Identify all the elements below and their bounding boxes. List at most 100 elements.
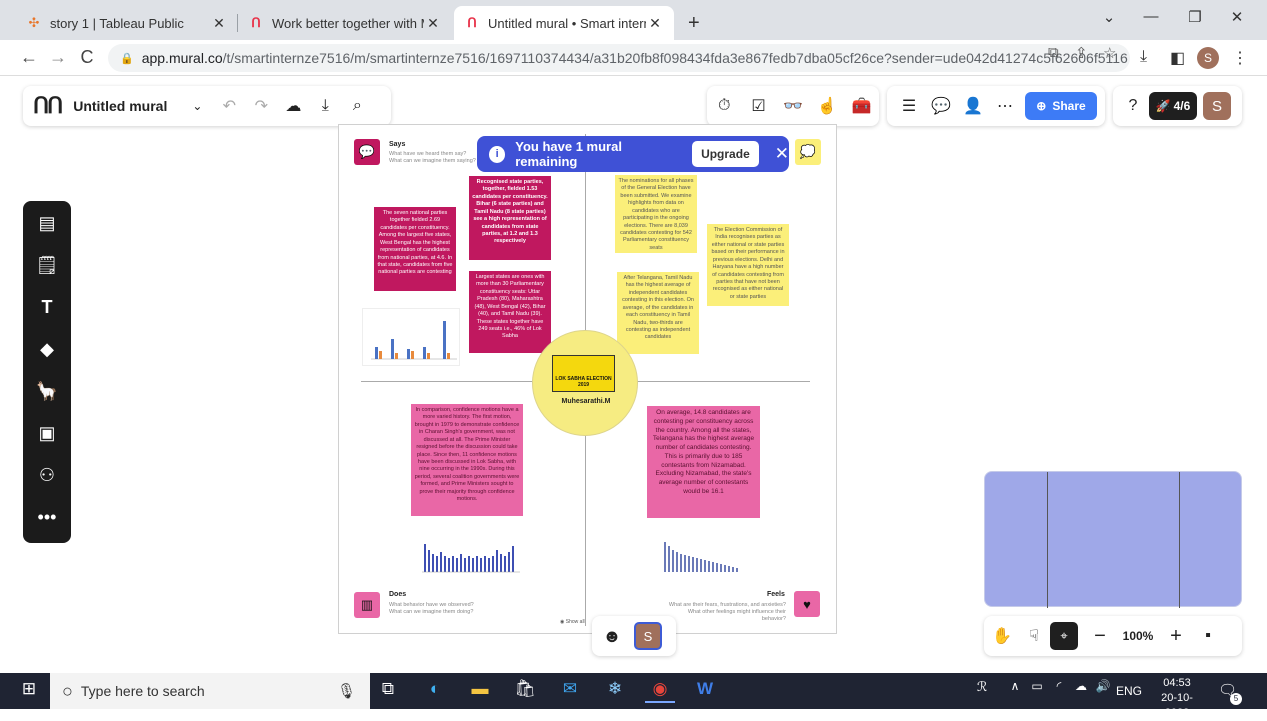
facilitator-avatar[interactable]: S	[634, 622, 662, 650]
mural-title[interactable]: Untitled mural	[73, 98, 167, 114]
more-options-icon[interactable]: ⋯	[989, 96, 1021, 116]
tab-mural-marketing[interactable]: ᑎ Work better together with Mural ✕	[238, 6, 452, 40]
chart-thumbnail	[371, 321, 457, 360]
zoom-in-icon[interactable]: +	[1160, 625, 1192, 648]
diagram-icon[interactable]: ⚇	[23, 465, 71, 486]
bookmark-star-icon[interactable]: ☆	[1103, 44, 1116, 62]
collab-toolbar: ⏱ ☑ 👓 ☝ 🧰	[707, 86, 879, 126]
store-icon[interactable]: 🛍	[510, 679, 540, 703]
members-icon[interactable]: 👤	[957, 96, 989, 116]
sticky-note[interactable]: The Election Commission of India recogni…	[707, 224, 789, 306]
sticky-note-icon[interactable]: 🗒	[23, 255, 71, 276]
chart-image[interactable]	[660, 532, 746, 586]
windows-start-icon[interactable]: ⊞	[14, 679, 44, 703]
install-app-icon[interactable]: ⧉	[1048, 44, 1059, 61]
url-field[interactable]: 🔒 app.mural.co /t/smartinternze7516/m/sm…	[108, 44, 1130, 72]
minimap-divider	[1047, 472, 1048, 608]
zoom-out-icon[interactable]: −	[1084, 625, 1116, 648]
new-tab-button[interactable]: +	[678, 6, 708, 40]
onboarding-progress-button[interactable]: 🚀 4/6	[1149, 92, 1197, 120]
does-icon: ▥	[354, 592, 380, 618]
forward-icon[interactable]: →	[47, 47, 69, 68]
close-icon[interactable]: ✕	[775, 144, 789, 164]
share-button[interactable]: ⊕ Share	[1025, 92, 1097, 120]
close-window-button[interactable]: ✕	[1222, 8, 1252, 26]
tableau-icon: ✣	[28, 15, 40, 30]
minimap-toggle-icon[interactable]: ▪	[1192, 627, 1224, 645]
task-view-icon[interactable]: ⧉	[373, 679, 403, 703]
browser-menu-icon[interactable]: ⋮	[1232, 48, 1248, 68]
sticky-note[interactable]: Recognised state parties, together, fiel…	[469, 176, 551, 260]
show-all-link[interactable]: ◉ Show all	[560, 619, 585, 625]
back-icon[interactable]: ←	[18, 47, 40, 68]
word-icon[interactable]: W	[690, 679, 720, 703]
sticky-note[interactable]: The nominations for all phases of the Ge…	[615, 175, 697, 253]
outline-icon[interactable]: ☰	[893, 96, 925, 116]
chrome-icon[interactable]: ◉	[645, 679, 675, 703]
people-icon[interactable]: ℛ	[967, 679, 997, 703]
close-tab-icon[interactable]: ✕	[646, 15, 664, 32]
tab-search-icon[interactable]: ⌄	[1094, 8, 1124, 26]
profile-avatar[interactable]: S	[1197, 47, 1219, 69]
snipping-tool-icon[interactable]: ❄	[600, 679, 630, 703]
share-page-icon[interactable]: ⇪	[1075, 44, 1088, 62]
chart-image[interactable]	[420, 536, 524, 584]
shapes-icon[interactable]: ◆	[23, 339, 71, 360]
reload-icon[interactable]: C	[76, 47, 98, 68]
minimap[interactable]	[984, 471, 1242, 608]
close-tab-icon[interactable]: ✕	[424, 15, 442, 32]
templates-icon[interactable]: ▤	[23, 213, 71, 234]
image-icon[interactable]: ▣	[23, 423, 71, 444]
hand-pan-icon[interactable]: ✋	[986, 626, 1018, 646]
zoom-toolbar: ✋ ☟ ⌖ − 100% + ▪	[984, 616, 1242, 656]
help-icon[interactable]: ?	[1117, 97, 1149, 115]
sticky-note[interactable]: After Telangana, Tamil Nadu has the high…	[617, 272, 699, 354]
taskbar-search[interactable]: ○ Type here to search 🎙	[50, 673, 370, 709]
language-indicator[interactable]: ENG	[1116, 684, 1142, 698]
mural-logo-icon[interactable]: ᑎᑎ	[33, 93, 63, 119]
help-toolbar: ? 🚀 4/6 S	[1113, 86, 1242, 126]
user-avatar[interactable]: S	[1203, 92, 1231, 120]
text-icon[interactable]: T	[23, 297, 71, 318]
close-tab-icon[interactable]: ✕	[210, 15, 228, 32]
trackpad-icon[interactable]: ☟	[1018, 626, 1050, 646]
show-all-label: Show all	[565, 619, 585, 625]
volume-icon[interactable]: 🔊	[1088, 679, 1118, 703]
chevron-down-icon[interactable]: ⌄	[181, 99, 213, 113]
icons-library-icon[interactable]: 🦙	[23, 381, 71, 402]
voting-icon[interactable]: ☑	[743, 96, 775, 116]
summon-icon[interactable]: ☝	[811, 96, 843, 116]
mail-icon[interactable]: ✉	[555, 679, 585, 703]
clock-time: 04:53	[1163, 677, 1191, 689]
chart-thumbnail	[422, 544, 520, 573]
sticky-note[interactable]: Largest states are ones with more than 3…	[469, 271, 551, 353]
clock[interactable]: 04:53 20-10-2023	[1152, 676, 1202, 721]
more-tools-icon[interactable]: •••	[23, 507, 71, 528]
search-icon[interactable]: ⌕	[341, 97, 373, 115]
minimize-button[interactable]: —	[1136, 8, 1166, 25]
tab-untitled-mural[interactable]: ᑎ Untitled mural • Smart internze ✕	[454, 6, 674, 40]
mouse-mode-icon[interactable]: ⌖	[1050, 622, 1078, 650]
export-icon[interactable]: ⤓	[309, 97, 341, 115]
upgrade-button[interactable]: Upgrade	[692, 141, 759, 167]
undo-icon[interactable]: ↶	[213, 96, 245, 116]
timer-icon[interactable]: ⏱	[708, 97, 740, 115]
sticky-note[interactable]: The seven national parties together fiel…	[374, 207, 456, 291]
private-mode-icon[interactable]: 👓	[777, 96, 809, 116]
edge-browser-icon[interactable]: ◐	[420, 679, 450, 703]
file-explorer-icon[interactable]: ▬	[465, 679, 495, 703]
tab-tableau[interactable]: ✣ story 1 | Tableau Public ✕	[16, 6, 238, 40]
sticky-note[interactable]: In comparison, confidence motions have a…	[411, 404, 523, 516]
sticky-note[interactable]: On average, 14.8 candidates are contesti…	[647, 406, 760, 518]
download-icon[interactable]: ⤓	[1140, 48, 1147, 66]
chart-image[interactable]	[362, 308, 460, 366]
zoom-level[interactable]: 100%	[1116, 629, 1160, 643]
toolbox-icon[interactable]: 🧰	[846, 96, 878, 116]
election-logo-image[interactable]: LOK SABHA ELECTION 2019	[552, 355, 615, 392]
side-panel-icon[interactable]: ◧	[1170, 48, 1185, 68]
redo-icon[interactable]: ↷	[245, 96, 277, 116]
microphone-icon[interactable]: 🎙	[337, 682, 356, 700]
emoji-reaction-icon[interactable]: ☻	[596, 626, 628, 647]
maximize-button[interactable]: ❐	[1180, 8, 1210, 26]
comments-icon[interactable]: 💬	[925, 96, 957, 116]
